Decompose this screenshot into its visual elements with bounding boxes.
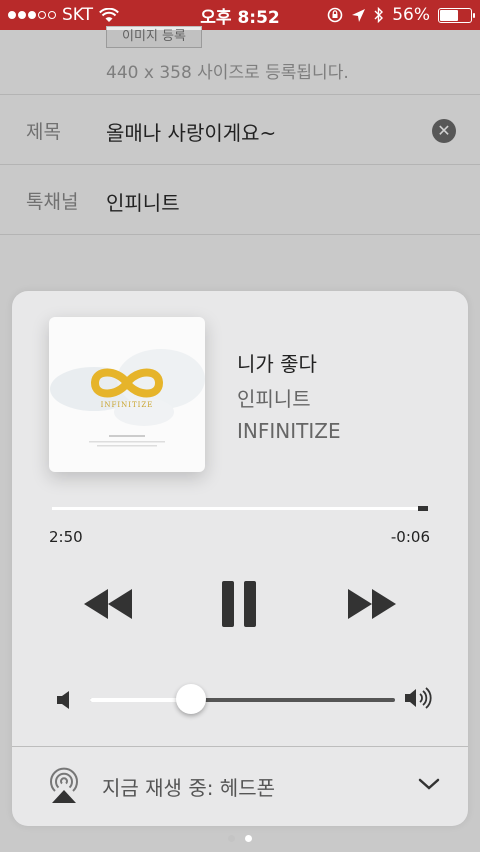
airplay-divider <box>12 746 468 747</box>
signal-strength-icon <box>8 11 56 19</box>
output-route-label[interactable]: 지금 재생 중: 헤드폰 <box>102 772 275 801</box>
pause-button[interactable] <box>220 579 258 629</box>
page-indicator <box>0 835 480 842</box>
album-art-text: INFINITIZE <box>100 401 154 409</box>
battery-icon <box>438 7 475 23</box>
track-artist: 인피니트 <box>237 387 311 411</box>
airplay-icon[interactable] <box>46 765 82 805</box>
volume-min-icon <box>57 691 69 709</box>
control-center-card: INFINITIZE 니가 좋다 인피니트 INFINITIZE 2:50 -0… <box>12 291 468 826</box>
track-title: 니가 좋다 <box>237 352 317 376</box>
chevron-down-icon[interactable] <box>418 777 440 791</box>
progress-played <box>52 507 417 510</box>
bluetooth-icon <box>374 7 384 23</box>
fast-forward-button[interactable] <box>346 579 398 629</box>
battery-percent: 56% <box>392 5 430 25</box>
page-dot-2[interactable] <box>245 835 252 842</box>
volume-slider[interactable] <box>90 698 395 702</box>
status-bar: SKT 오후 8:52 56% <box>0 0 480 30</box>
location-icon <box>352 8 366 22</box>
rewind-button[interactable] <box>82 579 134 629</box>
carrier-label: SKT <box>62 5 94 25</box>
volume-knob[interactable] <box>175 684 206 714</box>
progress-remaining <box>418 506 428 511</box>
page-dot-1[interactable] <box>228 835 235 842</box>
elapsed-time: 2:50 <box>49 528 83 546</box>
remaining-time: -0:06 <box>390 528 430 546</box>
wifi-icon <box>99 7 119 22</box>
album-art: INFINITIZE <box>49 317 205 472</box>
volume-max-icon <box>405 687 432 709</box>
orientation-lock-icon <box>327 7 343 23</box>
progress-scrubber[interactable] <box>52 506 428 511</box>
track-album: INFINITIZE <box>237 419 341 443</box>
